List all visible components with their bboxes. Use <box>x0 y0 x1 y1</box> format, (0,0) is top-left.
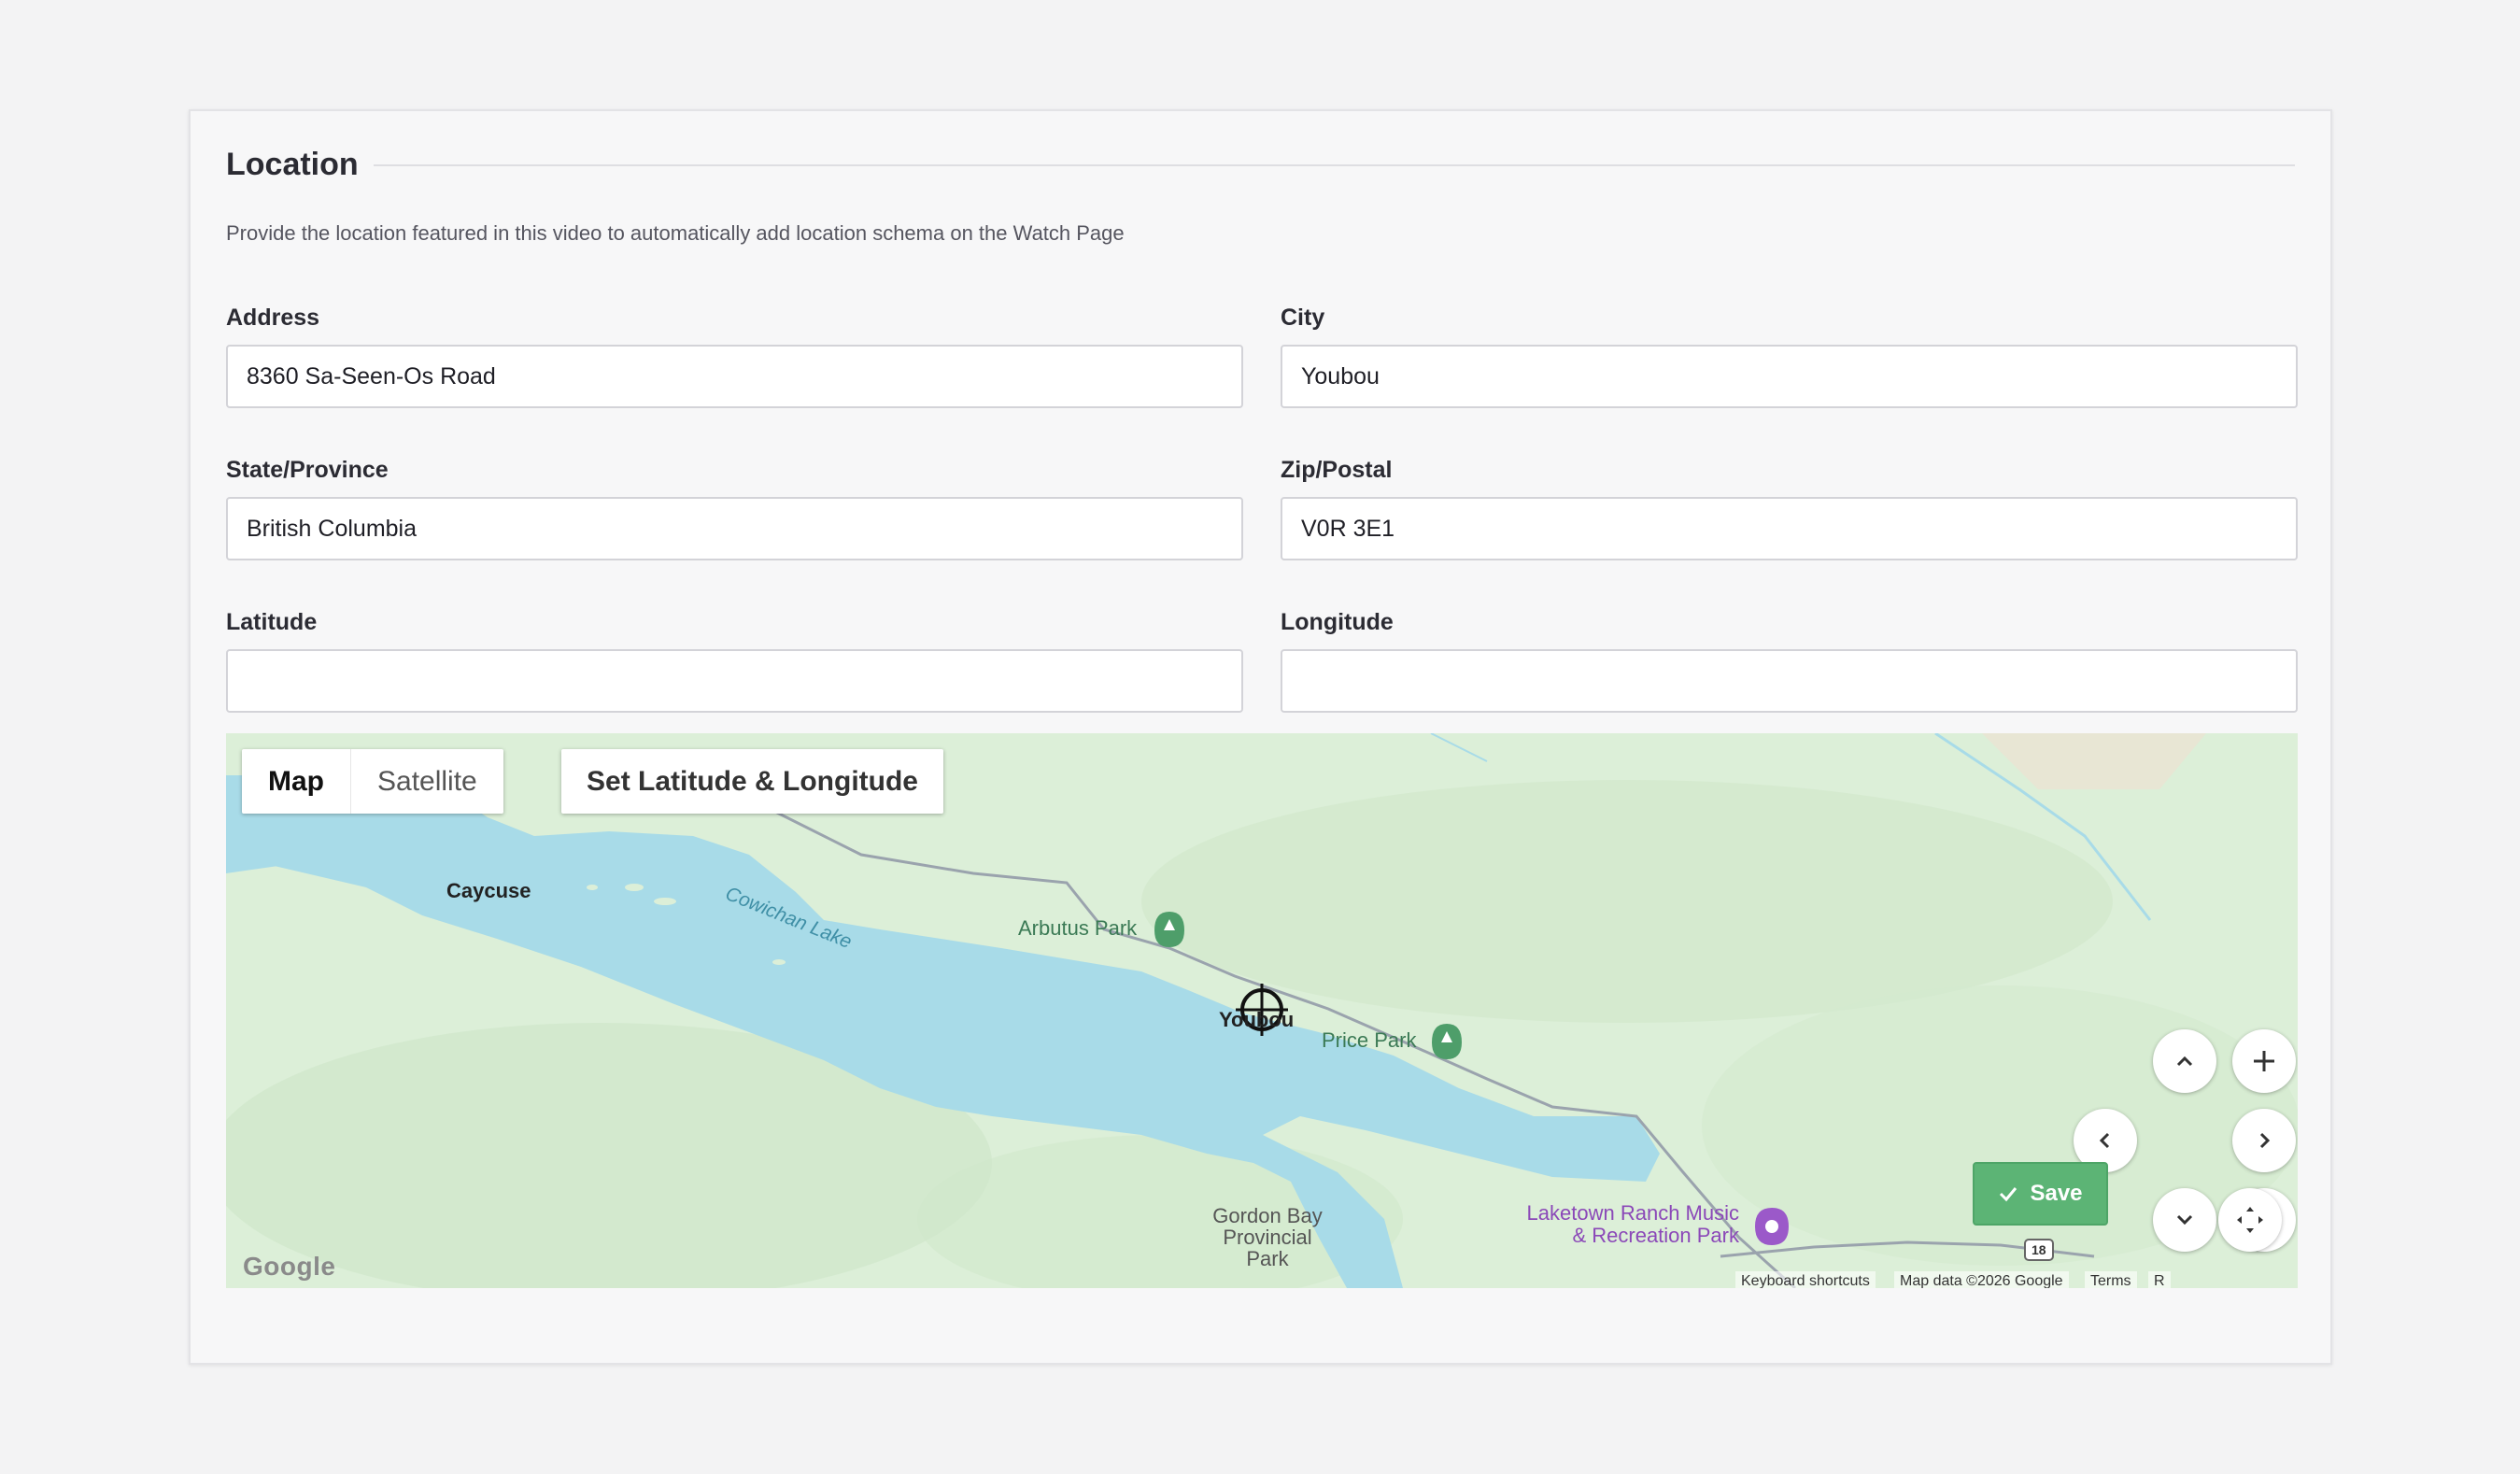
venue-pin-icon <box>1755 1208 1789 1245</box>
state-input[interactable] <box>226 497 1243 560</box>
map-label-laketown-line1: Laketown Ranch Music <box>1526 1201 1739 1225</box>
chevron-down-icon <box>2176 1214 2193 1226</box>
title-divider <box>374 164 2295 166</box>
map-data-attribution: Map data ©2026 Google <box>1894 1271 2069 1288</box>
chevron-right-icon <box>2259 1132 2271 1149</box>
map-label-laketown-line2: & Recreation Park <box>1572 1224 1739 1247</box>
pan-up-button[interactable] <box>2153 1029 2216 1093</box>
map-label-caycuse: Caycuse <box>446 879 531 902</box>
map-label-price: Price Park <box>1322 1028 1417 1052</box>
route-shield-label: 18 <box>2032 1242 2046 1257</box>
fullscreen-icon <box>2237 1207 2263 1233</box>
map-label-laketown: Laketown Ranch Music & Recreation Park <box>1515 1202 1739 1247</box>
map-label-gordon: Gordon Bay Provincial Park <box>1211 1205 1324 1269</box>
set-lat-lng-button[interactable]: Set Latitude & Longitude <box>561 749 943 814</box>
map-label-gordon-line3: Park <box>1246 1247 1289 1270</box>
map-label-gordon-line1: Gordon Bay <box>1212 1204 1323 1227</box>
city-label: City <box>1281 305 1325 331</box>
park-pin-icon <box>1154 912 1184 947</box>
chevron-up-icon <box>2176 1056 2193 1067</box>
pan-down-button[interactable] <box>2153 1188 2216 1252</box>
map-type-control: Map Satellite <box>242 749 503 814</box>
pan-right-button[interactable] <box>2232 1109 2296 1172</box>
zoom-in-button[interactable] <box>2232 1029 2296 1093</box>
section-description: Provide the location featured in this vi… <box>226 221 1125 245</box>
google-logo: Google <box>243 1252 336 1281</box>
map-label-gordon-line2: Provincial <box>1223 1226 1312 1249</box>
state-label: State/Province <box>226 457 389 483</box>
address-input[interactable] <box>226 345 1243 408</box>
longitude-label: Longitude <box>1281 609 1394 635</box>
save-button-label: Save <box>2030 1181 2083 1206</box>
terms-link[interactable]: Terms <box>2085 1271 2137 1288</box>
latitude-label: Latitude <box>226 609 318 635</box>
zip-input[interactable] <box>1281 497 2298 560</box>
fullscreen-button[interactable] <box>2218 1188 2282 1252</box>
park-pin-icon <box>1432 1024 1462 1059</box>
address-label: Address <box>226 305 320 331</box>
report-link[interactable]: R <box>2148 1271 2171 1288</box>
checkmark-icon <box>2000 1187 2017 1202</box>
latitude-input[interactable] <box>226 649 1243 713</box>
chevron-left-icon <box>2099 1132 2110 1149</box>
save-button[interactable]: Save <box>1973 1162 2108 1226</box>
section-title: Location <box>226 147 359 182</box>
map-label-youbou: Youbou <box>1219 1008 1295 1031</box>
zip-label: Zip/Postal <box>1281 457 1393 483</box>
map-type-map-button[interactable]: Map <box>242 749 350 814</box>
keyboard-shortcuts-link[interactable]: Keyboard shortcuts <box>1735 1271 1876 1288</box>
map-type-satellite-button[interactable]: Satellite <box>351 749 503 814</box>
city-input[interactable] <box>1281 345 2298 408</box>
longitude-input[interactable] <box>1281 649 2298 713</box>
map-label-arbutus: Arbutus Park <box>1018 916 1138 940</box>
plus-icon <box>2254 1051 2274 1071</box>
